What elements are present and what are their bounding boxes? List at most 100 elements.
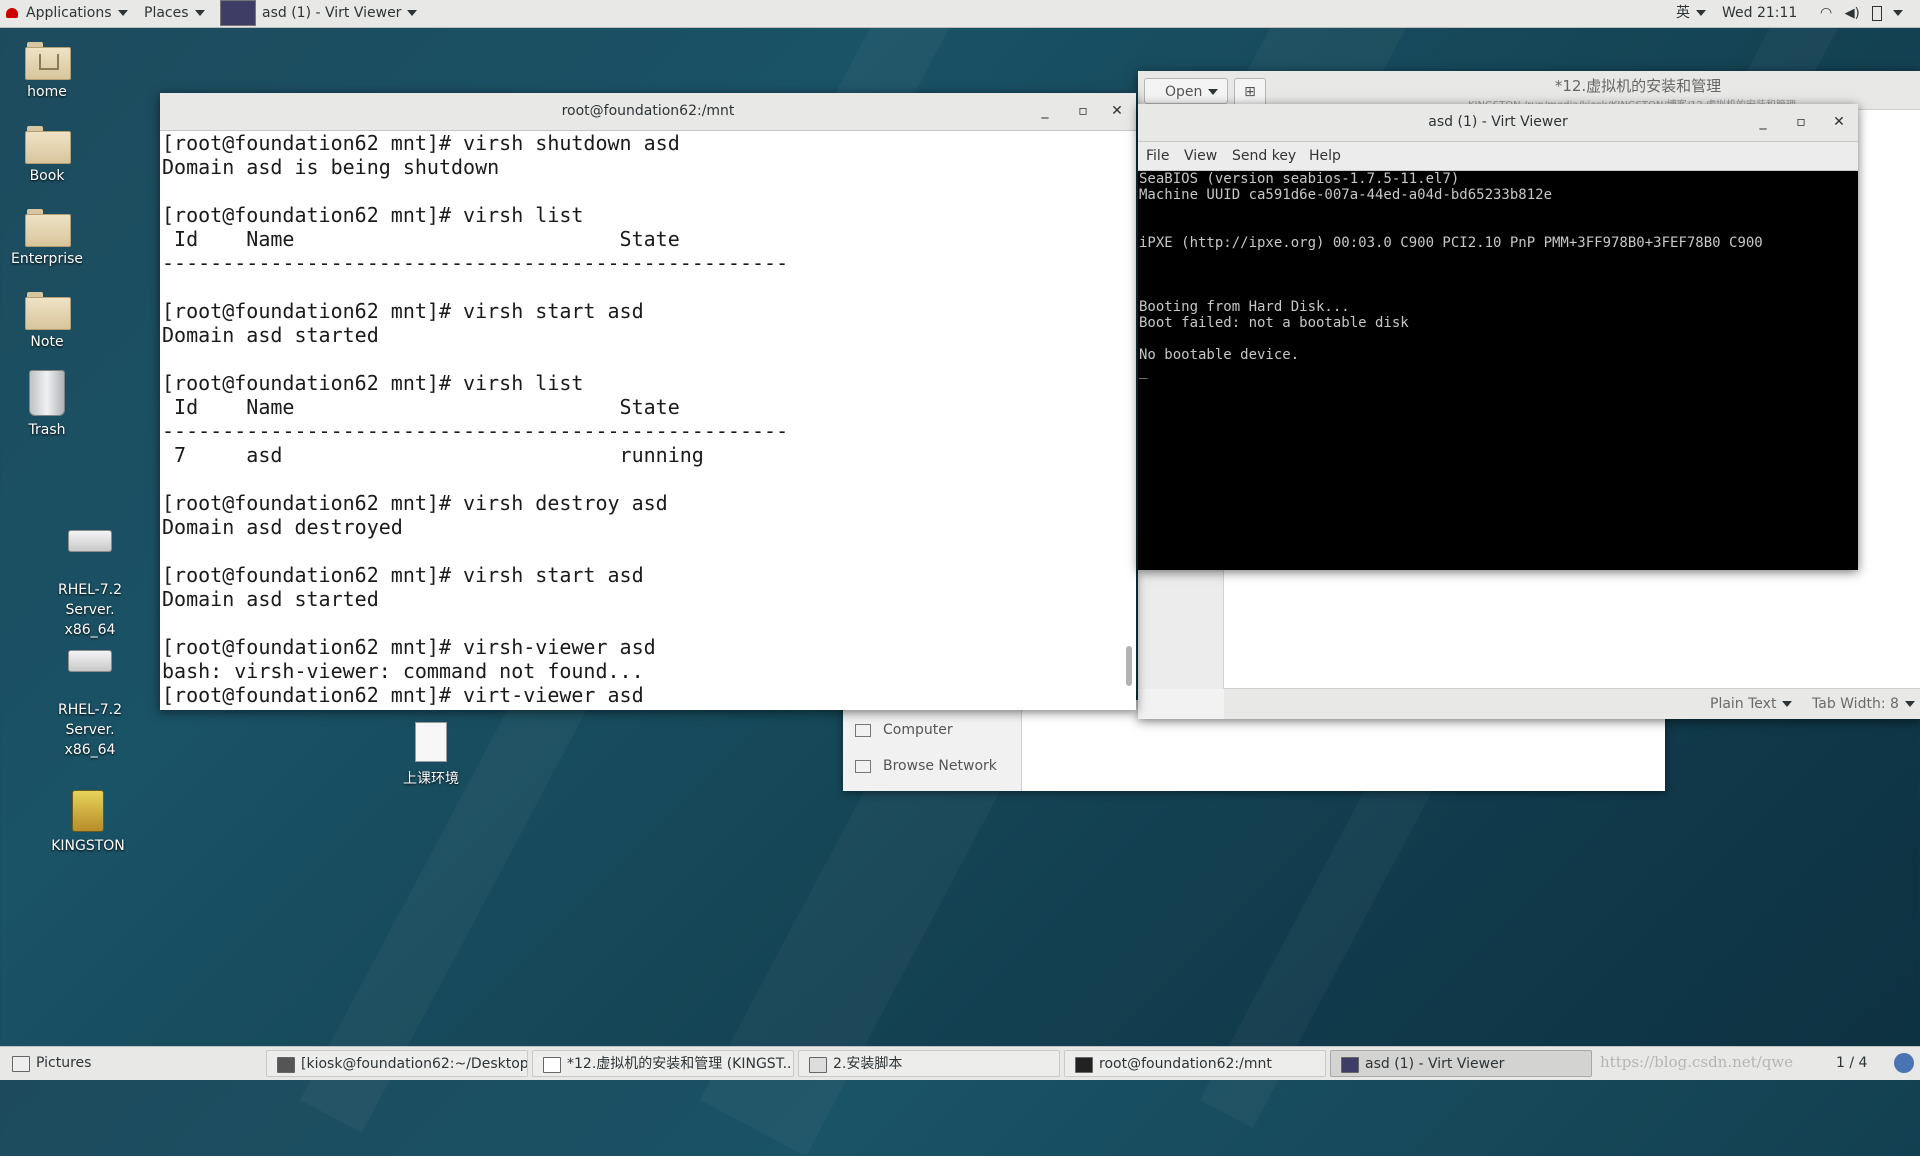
task-root-terminal[interactable]: root@foundation62:/mnt (1064, 1050, 1326, 1077)
drive-icon (68, 650, 112, 672)
virt-viewer-titlebar[interactable]: asd (1) - Virt Viewer _ ▫ ✕ (1138, 104, 1858, 142)
scrollbar-thumb[interactable] (1126, 646, 1132, 686)
task-kiosk-terminal[interactable]: [kiosk@foundation62:~/Desktop] (266, 1050, 528, 1077)
task-label: root@foundation62:/mnt (1099, 1056, 1272, 1072)
pictures-icon (12, 1056, 30, 1072)
desktop-icon-class-env[interactable]: 上课环境 (376, 722, 486, 788)
chevron-down-icon (407, 10, 418, 16)
maximize-icon: ▫ (1796, 114, 1806, 130)
message-tray-icon[interactable] (1894, 1053, 1914, 1073)
window-title: root@foundation62:/mnt (561, 103, 735, 119)
sidebar-item-browse-network[interactable]: Browse Network (855, 754, 997, 778)
close-icon: ✕ (1111, 103, 1123, 119)
menu-view[interactable]: View (1184, 142, 1217, 170)
minimize-button[interactable]: _ (1748, 104, 1778, 141)
active-window-label: asd (1) - Virt Viewer (262, 5, 402, 21)
input-method-indicator[interactable]: 英 (1676, 0, 1706, 27)
document-icon (415, 722, 447, 762)
volume-icon: ◀) (1844, 6, 1860, 21)
terminal-output[interactable]: [root@foundation62 mnt]# virsh shutdown … (162, 131, 1122, 710)
tab-width-label: Tab Width: 8 (1812, 696, 1899, 712)
gedit-title: *12.虚拟机的安装和管理 (1554, 77, 1722, 95)
applications-menu[interactable]: Applications (6, 0, 128, 27)
close-button[interactable]: ✕ (1102, 93, 1132, 130)
folder-icon (25, 126, 71, 164)
sidebar-item-label: Browse Network (883, 758, 997, 774)
places-label: Places (144, 5, 189, 21)
minimize-icon: _ (1759, 114, 1767, 130)
minimize-icon: _ (1041, 103, 1049, 119)
syntax-label: Plain Text (1710, 696, 1777, 712)
active-window-menu[interactable]: asd (1) - Virt Viewer (220, 0, 418, 27)
task-label: 2.安装脚本 (833, 1056, 903, 1072)
vm-console[interactable]: SeaBIOS (version seabios-1.7.5-11.el7) M… (1138, 171, 1858, 570)
usb-drive-icon (72, 790, 104, 832)
document-icon (809, 1057, 827, 1073)
maximize-button[interactable]: ▫ (1786, 104, 1816, 141)
maximize-button[interactable]: ▫ (1068, 93, 1098, 130)
desktop-icon-label: 上课环境 (403, 771, 459, 787)
minimize-button[interactable]: _ (1030, 93, 1060, 130)
desktop-icon-book[interactable]: Book (0, 126, 102, 184)
folder-icon (25, 209, 71, 247)
workspace-indicator[interactable]: 1 / 4 (1836, 1050, 1867, 1077)
task-install-script[interactable]: 2.安装脚本 (798, 1050, 1060, 1077)
desktop-icon-label: KINGSTON (51, 838, 125, 854)
virt-viewer-app-icon (1341, 1057, 1359, 1073)
chevron-down-icon (1208, 89, 1219, 95)
trash-icon (29, 370, 65, 416)
gedit-statusbar: Plain Text Tab Width: 8 (1224, 688, 1920, 719)
drive-icon (68, 530, 112, 552)
desktop-icon-enterprise[interactable]: Enterprise (0, 209, 102, 267)
task-pictures[interactable]: Pictures (2, 1050, 262, 1077)
syntax-selector[interactable]: Plain Text (1710, 689, 1793, 719)
desktop-icon-home[interactable]: home (0, 42, 102, 100)
task-label: asd (1) - Virt Viewer (1365, 1056, 1505, 1072)
open-button-label: Open (1165, 84, 1203, 100)
input-method-label: 英 (1676, 5, 1690, 21)
taskbar: Pictures [kiosk@foundation62:~/Desktop] … (0, 1046, 1920, 1080)
tab-width-selector[interactable]: Tab Width: 8 (1812, 689, 1915, 719)
desktop-icon-label: Enterprise (10, 251, 84, 267)
open-button[interactable]: Open (1144, 78, 1228, 104)
watermark-text: https://blog.csdn.net/qwe (1600, 1053, 1794, 1071)
task-label: [kiosk@foundation62:~/Desktop] (301, 1056, 528, 1072)
terminal-icon (1075, 1057, 1093, 1073)
clock[interactable]: Wed 21:11 (1722, 0, 1797, 27)
new-document-button[interactable]: ⊞ (1234, 78, 1266, 106)
desktop-icon-trash[interactable]: Trash (0, 370, 102, 438)
close-button[interactable]: ✕ (1824, 104, 1854, 141)
desktop-icon-note[interactable]: Note (0, 292, 102, 350)
terminal-titlebar[interactable]: root@foundation62:/mnt _ ▫ ✕ (160, 93, 1136, 131)
chevron-down-icon (1892, 10, 1903, 16)
terminal-scrollbar[interactable] (1125, 133, 1133, 706)
menu-file[interactable]: File (1146, 142, 1169, 170)
task-virt-viewer[interactable]: asd (1) - Virt Viewer (1330, 1050, 1592, 1077)
task-label: *12.虚拟机的安装和管理 (KINGST... (567, 1056, 794, 1072)
home-folder-icon (25, 42, 71, 80)
chevron-down-icon (117, 10, 128, 16)
files-sidebar: Computer Browse Network (843, 700, 1022, 791)
top-bar: Applications Places asd (1) - Virt Viewe… (0, 0, 1920, 28)
terminal-icon (277, 1057, 295, 1073)
chevron-down-icon (1696, 10, 1706, 16)
desktop-icon-label: RHEL-7.2 Server. x86_64 (58, 702, 122, 758)
desktop-icon-label: Book (29, 168, 65, 184)
sidebar-item-computer[interactable]: Computer (855, 718, 953, 742)
desktop-icon-label: Trash (28, 422, 66, 438)
system-status-menu[interactable]: ◠ ◀) (1820, 0, 1903, 27)
task-gedit[interactable]: *12.虚拟机的安装和管理 (KINGST... (532, 1050, 794, 1077)
places-menu[interactable]: Places (144, 0, 205, 27)
folder-icon (25, 292, 71, 330)
virt-viewer-app-icon (220, 0, 256, 26)
menu-send-key[interactable]: Send key (1232, 142, 1296, 170)
maximize-icon: ▫ (1078, 103, 1088, 119)
menu-help[interactable]: Help (1309, 142, 1341, 170)
network-icon (855, 759, 871, 773)
wifi-icon: ◠ (1820, 5, 1833, 21)
desktop-icon-rhel-disc-2[interactable]: RHEL-7.2 Server. x86_64 (35, 614, 145, 760)
sidebar-item-label: Computer (883, 722, 953, 738)
applications-label: Applications (26, 5, 112, 21)
desktop-icon-label: home (27, 84, 67, 100)
desktop-icon-kingston[interactable]: KINGSTON (33, 790, 143, 854)
